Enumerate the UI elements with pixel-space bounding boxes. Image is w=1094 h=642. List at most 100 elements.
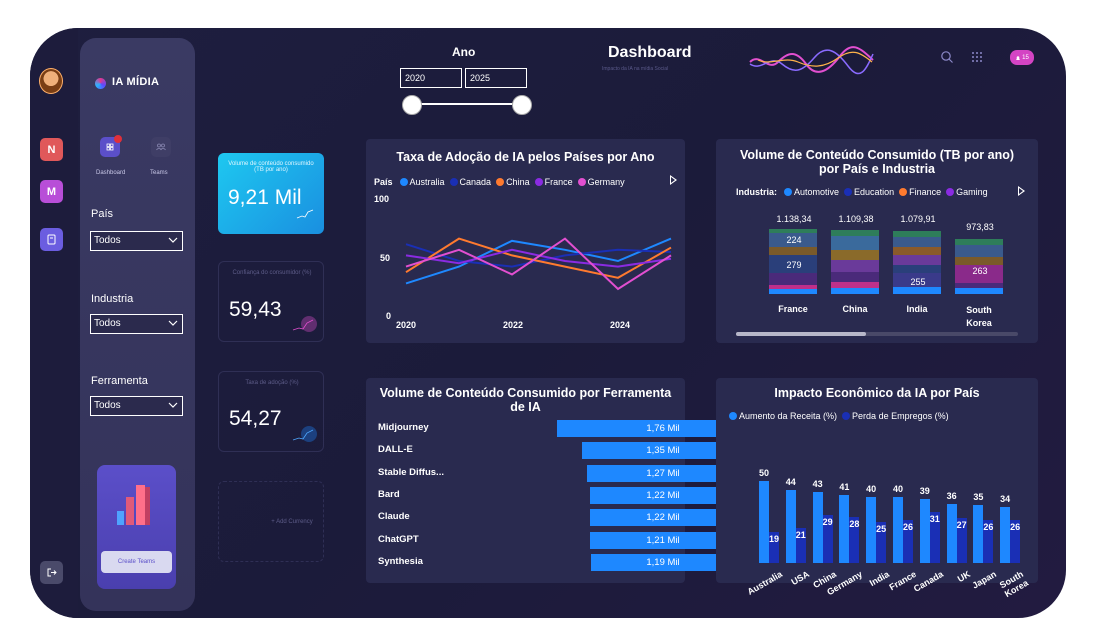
- rail-item-n[interactable]: N: [40, 138, 63, 161]
- nav-dashboard-button[interactable]: [100, 135, 122, 157]
- year-range-slider[interactable]: [410, 103, 526, 105]
- notifications-badge[interactable]: 15: [1010, 50, 1034, 65]
- econ-impact-card: Impacto Econômico da IA por País Aumento…: [716, 378, 1038, 599]
- brand-logo-icon: [95, 78, 106, 89]
- econ-impact-legend: Aumento da Receita (%) Perda de Empregos…: [726, 411, 949, 421]
- legend-germany[interactable]: Germany: [588, 177, 625, 187]
- kpi-confianca-value: 59,43: [229, 298, 282, 321]
- notification-dot: [114, 135, 122, 143]
- sidebar: IA MÍDIA Dashboard Teams País Todos Indu…: [80, 38, 195, 611]
- kpi-adocao-label: Taxa de adoção (%): [245, 380, 299, 386]
- line-chart-card: Taxa de Adoção de IA pelos Países por An…: [366, 139, 685, 343]
- econ-bar[interactable]: [946, 503, 957, 563]
- segment: [769, 229, 817, 233]
- kpi-volume-value: 9,21 Mil: [228, 186, 302, 209]
- scrollbar-thumb[interactable]: [736, 332, 866, 336]
- econ-bar[interactable]: [812, 492, 823, 563]
- econ-bar-label: 50: [758, 467, 769, 478]
- segment: [831, 250, 879, 260]
- xcat-china: China: [842, 304, 868, 314]
- x-tick-2024: 2024: [610, 320, 631, 330]
- segment: [893, 287, 941, 294]
- x-tick-2020: 2020: [396, 320, 417, 330]
- year-slider-end-handle[interactable]: [512, 95, 532, 115]
- brand-name: IA MÍDIA: [112, 76, 160, 88]
- legend-france[interactable]: France: [545, 177, 573, 187]
- create-teams-button[interactable]: Create Teams: [101, 551, 172, 573]
- econ-bar[interactable]: [973, 505, 984, 563]
- econ-bar[interactable]: [839, 495, 850, 563]
- year-to-input[interactable]: 2025: [465, 68, 527, 88]
- segment: [955, 283, 1003, 288]
- econ-bar[interactable]: [759, 480, 769, 563]
- rail-item-m-label: M: [46, 185, 57, 198]
- sparkline-icon: [292, 426, 317, 442]
- legend-dot-germany: [577, 178, 586, 186]
- rail-item-m[interactable]: M: [40, 180, 63, 203]
- tool-bar-title: Volume de Conteúdo Consumido por Ferrame…: [379, 386, 672, 414]
- wave-decoration-icon: [749, 46, 874, 75]
- y-tick-0: 0: [386, 311, 392, 321]
- rail-item-book[interactable]: [40, 228, 63, 251]
- series-line-france[interactable]: [405, 248, 672, 268]
- filter-ferramenta-select[interactable]: Todos: [90, 396, 183, 416]
- bar-chart-illustration-icon: [117, 485, 150, 525]
- econ-bar[interactable]: [785, 490, 796, 563]
- legend-china[interactable]: China: [506, 177, 530, 187]
- econ-bar-label: 28: [849, 518, 860, 529]
- stack-china[interactable]: [831, 230, 879, 294]
- stacked-bar-card: Volume de Conteúdo Consumido (TB por ano…: [716, 139, 1038, 343]
- filter-industria-label: Industria: [91, 293, 134, 305]
- legend-next-icon[interactable]: [670, 175, 677, 185]
- year-slider-start-handle[interactable]: [402, 95, 422, 115]
- econ-bar-label: 41: [839, 482, 850, 493]
- notification-count: 15: [1022, 54, 1029, 61]
- econ-bar-label: 43: [812, 479, 823, 490]
- legend-dot-france: [534, 178, 543, 186]
- econ-bar[interactable]: [1000, 506, 1011, 563]
- xcat-south-korea: South Korea: [966, 305, 992, 328]
- rail-item-n-label: N: [47, 143, 56, 156]
- segment-label-south-korea: 263: [972, 266, 988, 276]
- tool-bar-category: Bard: [378, 488, 400, 500]
- horizontal-scrollbar[interactable]: [736, 332, 1018, 336]
- logout-button[interactable]: [40, 561, 63, 584]
- segment: [769, 285, 817, 289]
- legend-australia[interactable]: Australia: [410, 177, 445, 187]
- segment: [893, 231, 941, 237]
- filter-ferramenta-label: Ferramenta: [91, 375, 148, 387]
- search-button[interactable]: [940, 50, 954, 64]
- legend-canada[interactable]: Canada: [460, 177, 492, 187]
- add-currency-card[interactable]: + Add Currency: [218, 481, 324, 562]
- line-chart-title: Taxa de Adoção de IA pelos Países por An…: [396, 150, 655, 164]
- segment: [893, 237, 941, 247]
- econ-impact-title: Impacto Econômico da IA por País: [774, 386, 980, 400]
- econ-bar[interactable]: [919, 498, 930, 563]
- user-avatar[interactable]: [39, 68, 63, 94]
- nav-teams-button[interactable]: [151, 137, 171, 157]
- econ-bar-label: 25: [876, 523, 887, 534]
- filter-pais-select[interactable]: Todos: [90, 231, 183, 251]
- nav-teams-label: Teams: [150, 170, 168, 176]
- logout-icon: [47, 568, 57, 577]
- search-icon: [941, 51, 953, 63]
- tool-bar-card: Volume de Conteúdo Consumido por Ferrame…: [366, 378, 769, 583]
- filter-industria-select[interactable]: Todos: [90, 314, 183, 334]
- segment: [831, 288, 879, 294]
- y-tick-100: 100: [374, 194, 390, 204]
- legend-empregos[interactable]: Perda de Empregos (%): [852, 411, 949, 421]
- econ-bar-label: 40: [892, 484, 903, 494]
- filter-ferramenta-value: Todos: [94, 400, 121, 411]
- kpi-volume-card: Volume de conteúdo consumido (TB por ano…: [218, 153, 324, 234]
- apps-grid-button[interactable]: [970, 50, 984, 64]
- year-filter-label: Ano: [452, 45, 476, 59]
- year-from-input[interactable]: 2020: [400, 68, 462, 88]
- chevron-down-icon: [168, 402, 178, 408]
- filter-pais-value: Todos: [94, 235, 121, 246]
- segment-label-france-2: 279: [786, 260, 802, 270]
- segment: [893, 255, 941, 265]
- tool-bar-category: Midjourney: [378, 422, 429, 433]
- legend-receita[interactable]: Aumento da Receita (%): [739, 411, 837, 421]
- segment: [769, 273, 817, 285]
- segment-label-india: 255: [910, 277, 926, 287]
